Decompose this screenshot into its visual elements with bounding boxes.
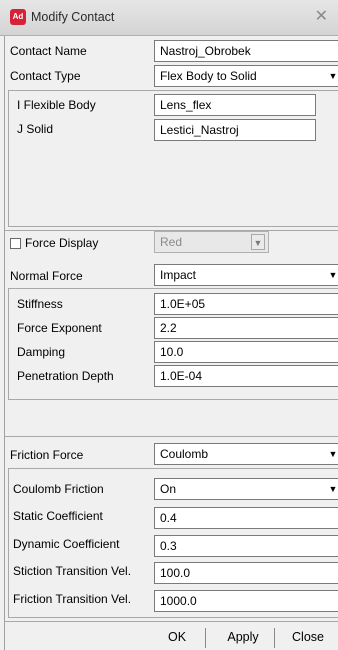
stiffness-input[interactable]: 1.0E+05 — [154, 293, 338, 315]
friction-transition-vel-input[interactable]: 1000.0 — [154, 590, 338, 612]
close-icon[interactable]: ✕ — [315, 7, 328, 27]
coulomb-friction-value: On — [160, 482, 177, 496]
apply-button[interactable]: Apply — [213, 626, 273, 650]
friction-force-label: Friction Force — [10, 448, 84, 462]
penetration-depth-label: Penetration Depth — [17, 369, 114, 383]
damping-label: Damping — [17, 345, 66, 359]
force-display-color-select: Red ▼ — [154, 231, 269, 253]
coulomb-friction-label: Coulomb Friction — [13, 482, 104, 496]
chevron-down-icon[interactable]: ▼ — [326, 68, 338, 84]
contact-type-label: Contact Type — [10, 69, 81, 83]
force-display-color-value: Red — [160, 235, 183, 249]
normal-force-label: Normal Force — [10, 269, 83, 283]
coulomb-friction-select[interactable]: On ▼ — [154, 478, 338, 500]
normal-force-value: Impact — [160, 268, 197, 282]
dynamic-coefficient-label: Dynamic Coefficient — [13, 537, 120, 551]
force-display-checkbox[interactable] — [10, 238, 21, 249]
static-coefficient-input[interactable]: 0.4 — [154, 507, 338, 529]
chevron-down-icon[interactable]: ▼ — [326, 481, 338, 497]
app-logo-icon: Ad — [10, 9, 26, 25]
static-coefficient-label: Static Coefficient — [13, 509, 103, 523]
contact-type-select[interactable]: Flex Body to Solid ▼ — [154, 65, 338, 87]
contact-name-label: Contact Name — [10, 44, 87, 58]
damping-input[interactable]: 10.0 — [154, 341, 338, 363]
i-flexible-body-input[interactable]: Lens_flex — [154, 94, 316, 116]
force-exponent-input[interactable]: 2.2 — [154, 317, 338, 339]
stiffness-label: Stiffness — [17, 297, 63, 311]
friction-force-select[interactable]: Coulomb ▼ — [154, 443, 338, 465]
friction-transition-vel-label: Friction Transition Vel. — [13, 592, 132, 606]
button-separator — [274, 628, 275, 648]
stiction-transition-vel-input[interactable]: 100.0 — [154, 562, 338, 584]
penetration-depth-input[interactable]: 1.0E-04 — [154, 365, 338, 387]
force-exponent-label: Force Exponent — [17, 321, 102, 335]
contact-name-input[interactable]: Nastroj_Obrobek — [154, 40, 338, 62]
dynamic-coefficient-input[interactable]: 0.3 — [154, 535, 338, 557]
ok-button[interactable]: OK — [150, 626, 204, 650]
dialog-body: Contact Name Nastroj_Obrobek Contact Typ… — [4, 36, 338, 650]
force-display-label: Force Display — [25, 236, 99, 250]
divider — [5, 436, 338, 437]
button-separator — [205, 628, 206, 648]
j-solid-input[interactable]: Lestici_Nastroj — [154, 119, 316, 141]
i-flexible-body-label: I Flexible Body — [17, 98, 96, 112]
j-solid-label: J Solid — [17, 122, 54, 136]
contact-type-value: Flex Body to Solid — [160, 69, 257, 83]
divider — [5, 621, 338, 622]
friction-force-value: Coulomb — [160, 447, 209, 461]
chevron-down-icon[interactable]: ▼ — [326, 446, 338, 462]
normal-force-select[interactable]: Impact ▼ — [154, 264, 338, 286]
stiction-transition-vel-label: Stiction Transition Vel. — [13, 564, 132, 578]
chevron-down-icon: ▼ — [251, 234, 265, 250]
close-button[interactable]: Close — [280, 626, 336, 650]
chevron-down-icon[interactable]: ▼ — [326, 267, 338, 283]
title-bar: Ad Modify Contact ✕ — [0, 0, 338, 36]
window-title: Modify Contact — [31, 10, 115, 24]
